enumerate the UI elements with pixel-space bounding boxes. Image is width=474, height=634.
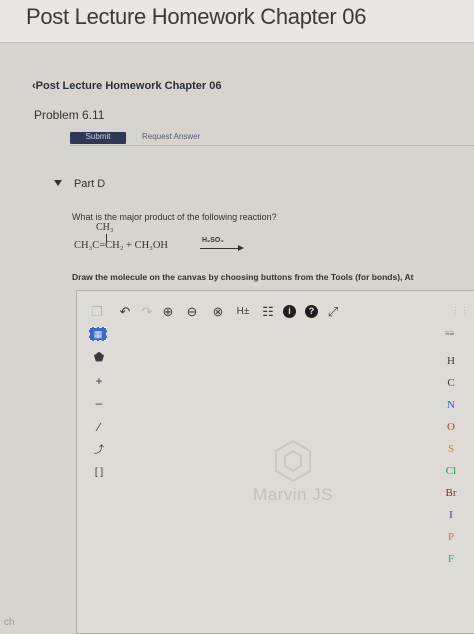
- template-icon[interactable]: ☷: [259, 301, 277, 323]
- breadcrumb-back-link[interactable]: ‹Post Lecture Homework Chapter 06: [32, 80, 222, 92]
- atom-br[interactable]: Br: [431, 487, 471, 499]
- collapse-caret-icon[interactable]: [54, 180, 62, 186]
- marvin-sketch-canvas[interactable]: ❐ ↶ ↷ ⊕ ⊖ ⊗ H± ☷ i ? ⤢ ⋮⋮ ▦ ⬟ + – ∕ ⤴ [ …: [76, 290, 474, 634]
- eraser-tool-icon[interactable]: ⬟: [89, 349, 109, 365]
- bracket-tool-icon[interactable]: [ ]: [89, 465, 109, 481]
- app-header: Post Lecture Homework Chapter 06: [0, 0, 474, 43]
- periodic-table-icon[interactable]: ≡≡: [445, 329, 454, 338]
- atom-n[interactable]: N: [431, 399, 471, 411]
- submit-button[interactable]: Submit: [70, 132, 126, 144]
- problem-title: Problem 6.11: [34, 108, 105, 122]
- divider: [70, 145, 474, 146]
- drawing-instructions: Draw the molecule on the canvas by choos…: [72, 272, 414, 282]
- atom-p[interactable]: P: [431, 531, 471, 543]
- reaction-equation: CH₃ CH₃C=CH₂ + CH₃OH H₂SO₄: [74, 222, 274, 262]
- left-toolbar: ▦ ⬟ + – ∕ ⤴ [ ]: [89, 327, 113, 537]
- increase-charge-icon[interactable]: +: [89, 373, 109, 389]
- atom-f[interactable]: F: [431, 553, 471, 565]
- chain-tool-icon[interactable]: ⤴: [89, 443, 109, 459]
- redo-icon[interactable]: ↷: [139, 301, 155, 323]
- zoom-fit-icon[interactable]: ⊗: [209, 301, 227, 323]
- atom-o[interactable]: O: [431, 421, 471, 433]
- atom-s[interactable]: S: [431, 443, 471, 455]
- question-text: What is the major product of the followi…: [72, 212, 277, 222]
- hydrogen-toggle-icon[interactable]: H±: [233, 301, 253, 323]
- atom-c[interactable]: C: [431, 377, 471, 389]
- footer-fragment: ch: [4, 617, 15, 628]
- copy-icon[interactable]: ❐: [89, 301, 105, 323]
- hexagon-logo-icon: [275, 439, 311, 483]
- atom-i[interactable]: I: [431, 509, 471, 521]
- marvin-logo: Marvin JS: [243, 439, 343, 529]
- panel-toggle-icon[interactable]: ⋮⋮: [451, 305, 469, 316]
- reagent-label: H₂SO₄: [202, 237, 224, 244]
- help-icon[interactable]: ?: [305, 305, 318, 318]
- arrow-head-icon: [238, 245, 244, 251]
- atom-h[interactable]: H: [431, 355, 471, 367]
- info-icon[interactable]: i: [283, 305, 296, 318]
- decrease-charge-icon[interactable]: –: [89, 395, 109, 411]
- reaction-arrow: [200, 248, 240, 249]
- expand-icon[interactable]: ⤢: [325, 301, 341, 323]
- reactants: CH₃C=CH₂ + CH₃OH: [74, 240, 169, 251]
- part-label[interactable]: Part D: [74, 178, 105, 190]
- page-title: Post Lecture Homework Chapter 06: [26, 4, 367, 29]
- single-bond-icon[interactable]: ∕: [89, 419, 109, 435]
- methyl-substituent: CH₃: [96, 222, 114, 233]
- zoom-in-icon[interactable]: ⊕: [159, 301, 177, 323]
- marvin-logo-text: Marvin JS: [252, 485, 334, 504]
- undo-icon[interactable]: ↶: [117, 301, 133, 323]
- zoom-out-icon[interactable]: ⊖: [183, 301, 201, 323]
- periodic-table-panel: ≡≡ H C N O S Cl Br I P F: [431, 329, 471, 589]
- atom-cl[interactable]: Cl: [431, 465, 471, 477]
- request-answer-link[interactable]: Request Answer: [142, 132, 200, 142]
- top-toolbar: ❐ ↶ ↷ ⊕ ⊖ ⊗ H± ☷ i ? ⤢: [87, 301, 467, 323]
- select-tool-icon[interactable]: ▦: [89, 327, 107, 341]
